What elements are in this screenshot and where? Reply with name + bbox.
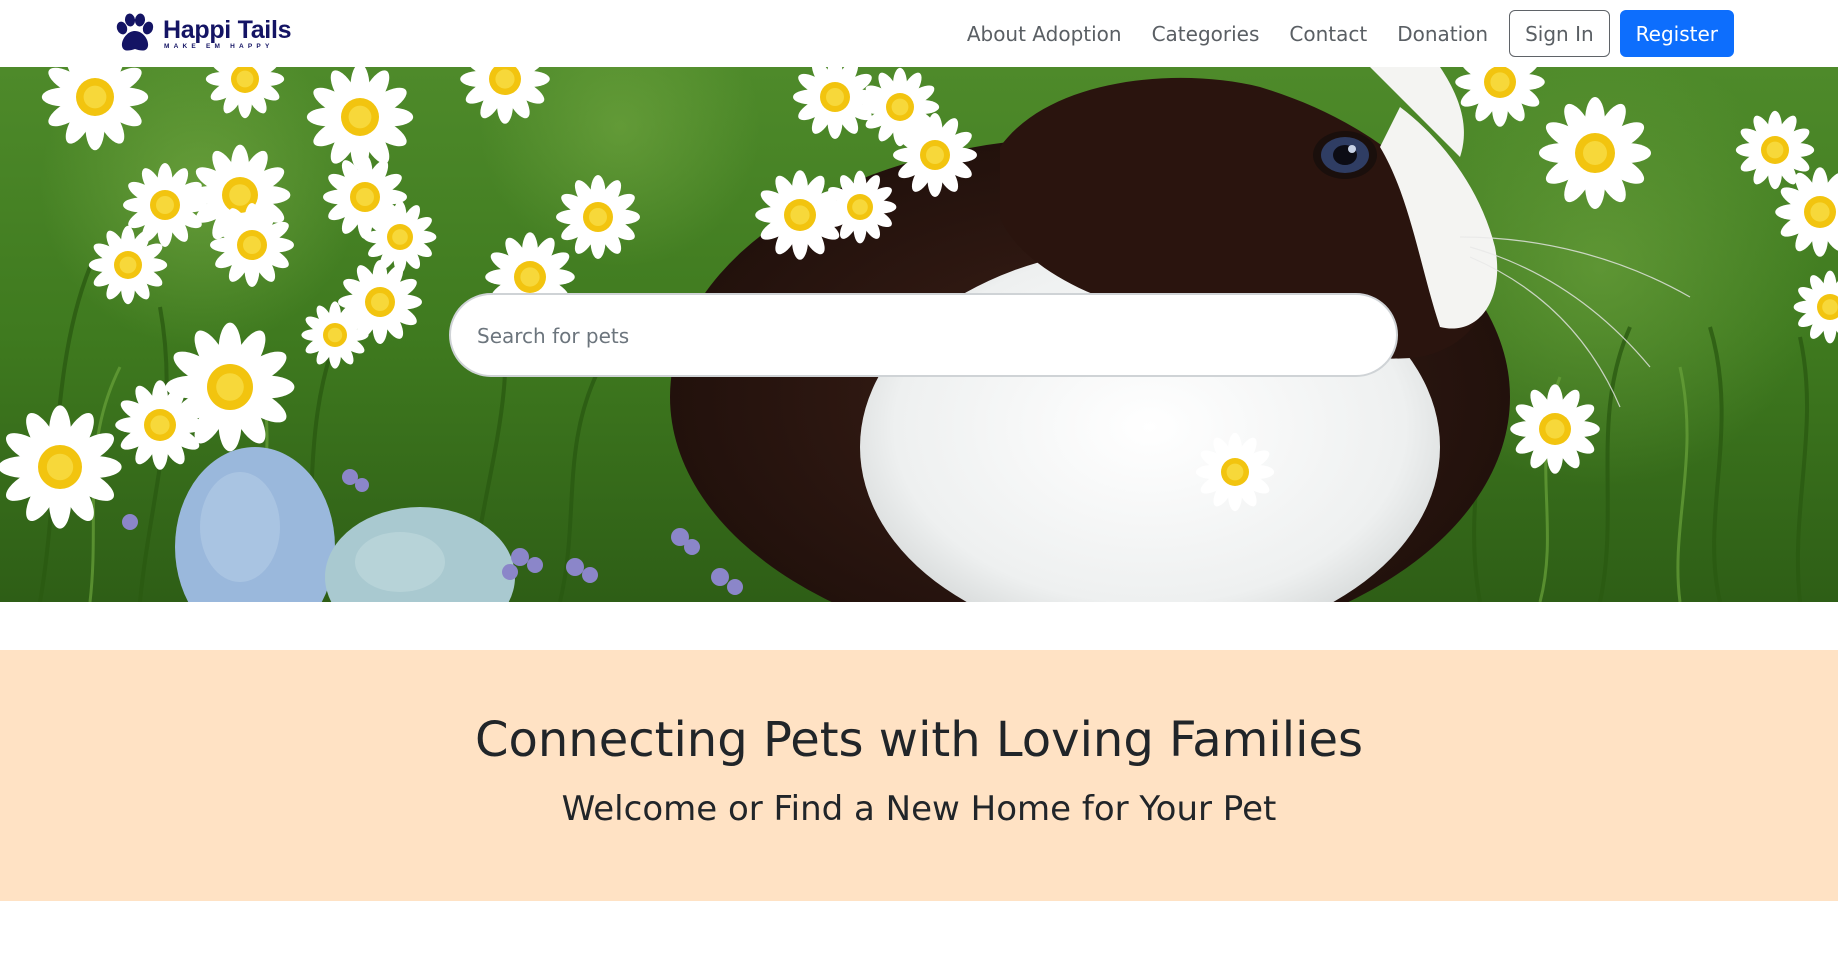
navbar: Happi Tails MAKE EM HAPPY About Adoption… xyxy=(0,0,1838,67)
banner-title: Connecting Pets with Loving Families xyxy=(475,712,1363,768)
paw-icon xyxy=(116,13,154,51)
nav-contact[interactable]: Contact xyxy=(1289,22,1367,46)
sign-in-button[interactable]: Sign In xyxy=(1509,10,1610,57)
search-input[interactable] xyxy=(475,295,1359,377)
main-nav: About Adoption Categories Contact Donati… xyxy=(967,10,1734,57)
brand-name: Happi Tails xyxy=(163,16,292,44)
brand-tagline: MAKE EM HAPPY xyxy=(164,43,274,50)
nav-about-adoption[interactable]: About Adoption xyxy=(967,22,1122,46)
nav-categories[interactable]: Categories xyxy=(1152,22,1260,46)
register-button[interactable]: Register xyxy=(1619,10,1734,57)
search-bar xyxy=(449,293,1398,377)
nav-donation[interactable]: Donation xyxy=(1397,22,1488,46)
hero-banner xyxy=(0,67,1838,602)
banner-subtitle: Welcome or Find a New Home for Your Pet xyxy=(561,789,1277,829)
mission-banner: Connecting Pets with Loving Families Wel… xyxy=(0,650,1838,901)
brand-logo[interactable]: Happi Tails MAKE EM HAPPY xyxy=(113,12,292,56)
